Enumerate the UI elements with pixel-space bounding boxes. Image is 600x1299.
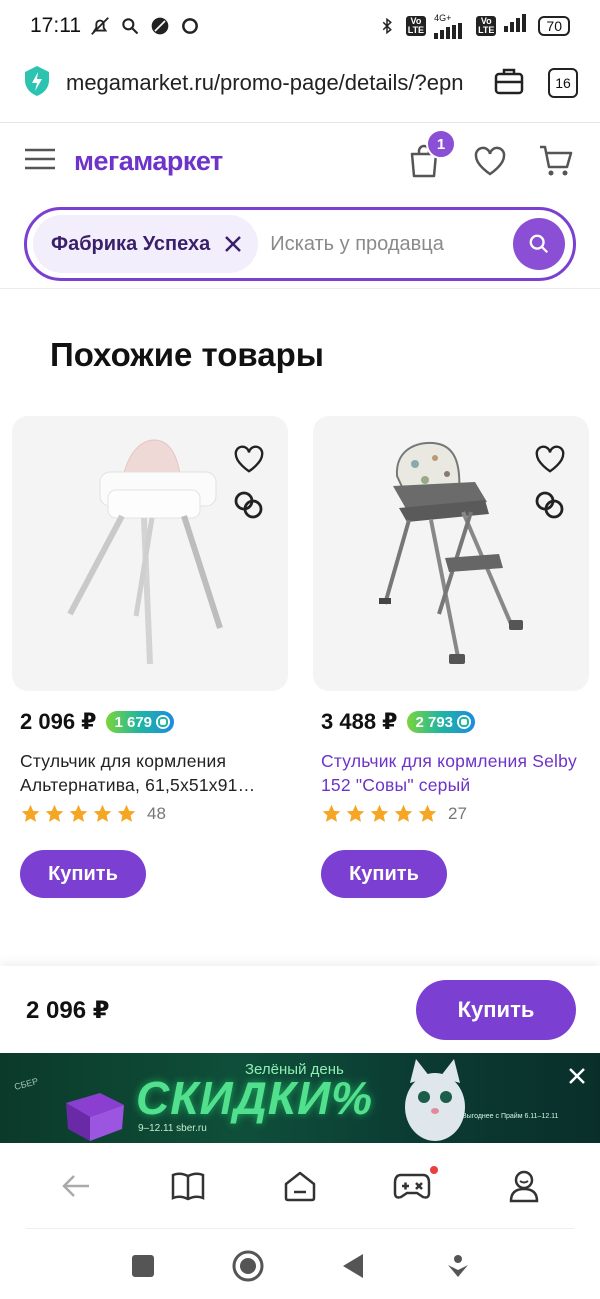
status-left: 17:11 xyxy=(30,14,201,38)
battery-indicator: 70 xyxy=(538,16,570,36)
seller-search-input[interactable] xyxy=(270,232,513,256)
product-image[interactable] xyxy=(12,416,288,691)
recent-apps-icon[interactable] xyxy=(123,1246,163,1286)
bonus-badge: 1 679 xyxy=(106,711,175,733)
product-image[interactable] xyxy=(313,416,589,691)
rating-row: 48 xyxy=(12,803,288,824)
seller-chip-label: Фабрика Успеха xyxy=(51,232,211,255)
review-count: 27 xyxy=(448,803,467,823)
muted-notification-icon xyxy=(89,15,111,37)
bonus-badge: 2 793 xyxy=(407,711,476,733)
volte-badge-1: Vo LTE xyxy=(405,16,427,36)
star-icon xyxy=(370,804,389,822)
tab-count-button[interactable]: 16 xyxy=(548,68,578,98)
signal-strength-1-icon: 4G+ xyxy=(434,12,468,39)
bonus-amount: 1 679 xyxy=(114,713,153,731)
site-header: мегамаркет 1 xyxy=(0,123,600,199)
seller-search-box: Фабрика Успеха xyxy=(24,207,576,281)
system-nav-bar xyxy=(0,1232,600,1299)
home-icon[interactable] xyxy=(278,1164,322,1208)
compare-icon[interactable] xyxy=(232,488,266,522)
search-status-icon xyxy=(119,15,141,37)
gift-box-icon xyxy=(66,1093,124,1141)
sticky-price: 2 096 ₽ xyxy=(26,996,110,1024)
promo-title: СКИДКИ% xyxy=(136,1072,374,1124)
star-icon xyxy=(322,804,341,822)
buy-button[interactable]: Купить xyxy=(20,850,146,898)
sticky-buy-bar: 2 096 ₽ Купить xyxy=(0,966,600,1054)
bonus-amount: 2 793 xyxy=(415,713,454,731)
browser-bottom-nav xyxy=(0,1143,600,1229)
product-name[interactable]: Стульчик для кормления Альтернатива, 61,… xyxy=(12,749,288,797)
product-card[interactable]: 2 096 ₽ 1 679 Стульчик для кормления Аль… xyxy=(12,416,288,898)
star-icon xyxy=(418,804,437,822)
star-icon xyxy=(346,804,365,822)
signal-strength-2-icon xyxy=(504,14,530,38)
close-icon[interactable] xyxy=(222,233,244,255)
site-logo[interactable]: мегамаркет xyxy=(74,146,378,177)
promo-small-text: Выгоднее с Прайм 6.11–12.11 xyxy=(462,1113,559,1120)
seller-filter-chip[interactable]: Фабрика Успеха xyxy=(33,215,259,273)
price-row: 2 096 ₽ 1 679 xyxy=(12,709,288,735)
status-bar: 17:11 Vo LTE 4G+ Vo LTE 70 xyxy=(0,0,600,52)
ring-icon xyxy=(179,15,201,37)
back-triangle-icon[interactable] xyxy=(333,1246,373,1286)
profile-icon[interactable] xyxy=(502,1164,546,1208)
heart-icon[interactable] xyxy=(533,442,567,476)
search-button[interactable] xyxy=(513,218,565,270)
status-right: Vo LTE 4G+ Vo LTE 70 xyxy=(376,12,570,39)
bluetooth-icon xyxy=(376,15,398,37)
promo-close-icon[interactable] xyxy=(566,1065,588,1087)
sticky-buy-button[interactable]: Купить xyxy=(416,980,576,1040)
promo-dates: 9–12.11 sber.ru xyxy=(138,1123,207,1134)
price-row: 3 488 ₽ 2 793 xyxy=(313,709,589,735)
network-type-label: 4G+ xyxy=(434,12,452,23)
url-text[interactable]: megamarket.ru/promo-page/details/?epn xyxy=(66,70,494,96)
sber-bonus-icon xyxy=(156,715,171,729)
rating-stars xyxy=(20,803,137,824)
star-icon xyxy=(21,804,40,822)
block-circle-icon xyxy=(149,15,171,37)
search-icon xyxy=(529,234,549,254)
promo-brand: СБЕР xyxy=(13,1076,40,1092)
nav-divider xyxy=(26,1228,574,1229)
section-divider xyxy=(0,288,600,289)
assistant-icon[interactable] xyxy=(438,1246,478,1286)
review-count: 48 xyxy=(147,803,166,823)
product-price: 3 488 ₽ xyxy=(321,709,398,734)
status-time: 17:11 xyxy=(30,14,81,37)
star-icon xyxy=(117,804,136,822)
notification-dot xyxy=(430,1166,438,1174)
shield-lightning-icon[interactable] xyxy=(22,65,52,102)
rating-row: 27 xyxy=(313,803,589,824)
cat-mascot-image xyxy=(405,1059,465,1141)
rating-stars xyxy=(321,803,438,824)
gamepad-icon[interactable] xyxy=(390,1164,438,1208)
promo-banner[interactable]: СБЕР Зелёный день СКИДКИ% 9–12.11 sber.r… xyxy=(0,1053,600,1143)
hamburger-menu-icon[interactable] xyxy=(24,147,56,176)
orders-badge: 1 xyxy=(426,129,456,159)
home-circle-icon[interactable] xyxy=(228,1246,268,1286)
heart-icon[interactable] xyxy=(232,442,266,476)
star-icon xyxy=(93,804,112,822)
volte-badge-2: Vo LTE xyxy=(476,16,497,36)
star-icon xyxy=(69,804,88,822)
sber-bonus-icon xyxy=(457,715,472,729)
browser-url-bar: megamarket.ru/promo-page/details/?epn 16 xyxy=(0,52,600,114)
cart-button[interactable] xyxy=(536,141,576,181)
buy-button[interactable]: Купить xyxy=(321,850,447,898)
favorites-button[interactable] xyxy=(470,141,510,181)
star-icon xyxy=(45,804,64,822)
product-name[interactable]: Стульчик для кормления Selby 152 "Совы" … xyxy=(313,749,589,797)
compare-icon[interactable] xyxy=(533,488,567,522)
briefcase-icon[interactable] xyxy=(494,67,524,100)
product-card[interactable]: 3 488 ₽ 2 793 Стульчик для кормления Sel… xyxy=(313,416,589,898)
book-icon[interactable] xyxy=(166,1164,210,1208)
star-icon xyxy=(394,804,413,822)
back-arrow-icon[interactable] xyxy=(54,1164,98,1208)
orders-button[interactable]: 1 xyxy=(404,129,456,181)
section-title: Похожие товары xyxy=(50,336,324,373)
product-price: 2 096 ₽ xyxy=(20,709,97,734)
